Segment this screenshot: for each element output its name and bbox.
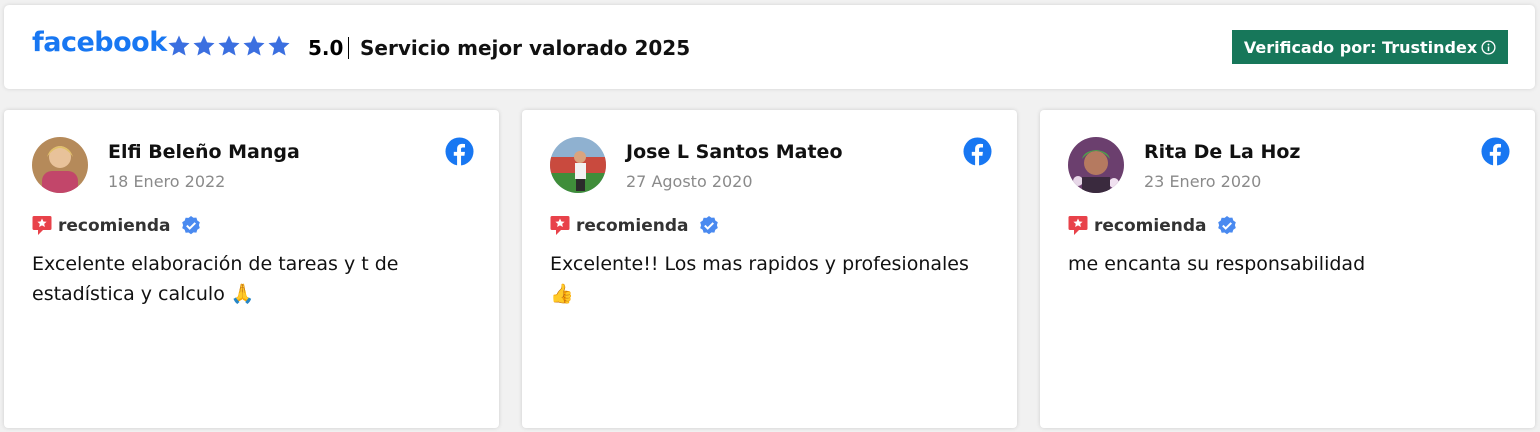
star-icon — [218, 35, 240, 56]
recommend-row: recomienda — [32, 215, 202, 237]
rating-header: facebook 5.0 Servicio mejor valorado 202… — [4, 5, 1535, 89]
facebook-icon[interactable] — [1481, 137, 1510, 166]
avatar — [1068, 137, 1124, 193]
review-card: Elfi Beleño Manga 18 Enero 2022 recomien… — [4, 110, 499, 428]
star-icon — [268, 35, 290, 56]
review-text: Excelente elaboración de tareas y t de e… — [32, 253, 399, 305]
avatar — [550, 137, 606, 193]
facebook-icon[interactable] — [445, 137, 474, 166]
recommend-label: recomienda — [1094, 216, 1207, 236]
verified-check-icon — [700, 216, 719, 235]
recommend-row: recomienda — [550, 215, 720, 237]
verified-check-icon — [1218, 216, 1237, 235]
info-icon[interactable] — [1481, 39, 1496, 55]
verified-check-icon — [182, 216, 201, 235]
reviewer-name: Rita De La Hoz — [1144, 141, 1301, 163]
rating-value: 5.0 — [308, 36, 344, 60]
divider — [348, 37, 349, 59]
star-icon — [243, 35, 265, 56]
star-icon — [168, 35, 190, 56]
verified-badge[interactable]: Verificado por: Trustindex — [1232, 30, 1508, 64]
avatar — [32, 137, 88, 193]
facebook-icon[interactable] — [963, 137, 992, 166]
reviewer-name: Elfi Beleño Manga — [108, 141, 300, 163]
recommend-label: recomienda — [58, 216, 171, 236]
header-title: Servicio mejor valorado 2025 — [360, 36, 691, 60]
star-rating — [167, 34, 291, 58]
recommend-icon — [550, 216, 570, 235]
facebook-logo: facebook — [32, 27, 167, 58]
review-date: 27 Agosto 2020 — [626, 172, 753, 191]
review-date: 23 Enero 2020 — [1144, 172, 1262, 191]
verified-label: Verificado por: Trustindex — [1243, 37, 1478, 57]
recommend-label: recomienda — [576, 216, 689, 236]
recommend-row: recomienda — [1068, 215, 1238, 237]
recommend-icon — [1068, 216, 1088, 235]
recommend-icon — [32, 216, 52, 235]
review-card: Rita De La Hoz 23 Enero 2020 recomienda … — [1040, 110, 1535, 428]
review-date: 18 Enero 2022 — [108, 172, 226, 191]
review-text: Excelente!! Los mas rapidos y profesiona… — [550, 253, 969, 305]
star-icon — [193, 35, 215, 56]
reviewer-name: Jose L Santos Mateo — [626, 141, 843, 163]
review-card: Jose L Santos Mateo 27 Agosto 2020 recom… — [522, 110, 1017, 428]
review-text: me encanta su responsabilidad — [1068, 253, 1366, 275]
